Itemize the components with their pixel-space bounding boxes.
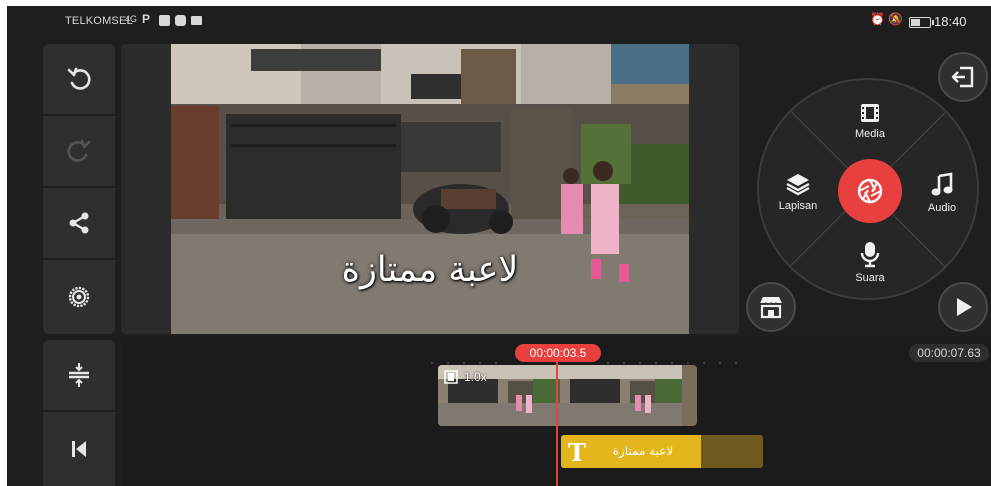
timeline-tick xyxy=(623,362,625,364)
play-button[interactable] xyxy=(938,282,988,332)
parking-icon: P xyxy=(142,12,151,26)
exit-icon xyxy=(951,66,974,88)
media-wheel: Media Lapisan Audio Suara xyxy=(757,78,979,300)
settings-button[interactable] xyxy=(43,260,115,334)
gallery-icon xyxy=(159,15,170,26)
share-icon xyxy=(69,212,89,234)
mail-icon xyxy=(191,16,202,25)
film-strip-icon xyxy=(444,370,458,384)
video-preview[interactable]: لاعبة ممتازة xyxy=(171,44,689,334)
youtube-icon xyxy=(175,15,186,26)
timeline-tick xyxy=(719,362,721,364)
text-clip-label: لاعبة ممتازة xyxy=(612,444,674,458)
layers-icon xyxy=(786,174,810,196)
layer-button[interactable]: Lapisan xyxy=(763,172,833,212)
preview-frame xyxy=(171,44,689,334)
media-label: Media xyxy=(855,128,885,140)
timeline-tick xyxy=(639,362,641,364)
exit-button[interactable] xyxy=(938,52,988,102)
audio-label: Audio xyxy=(927,202,957,214)
network-type: 4G xyxy=(125,14,138,24)
kinemaster-editor: TELKOMSEL 4G P ⏰ 🔕 18:40 لاعبة ممتازة Me… xyxy=(7,6,991,486)
share-button[interactable] xyxy=(43,188,115,258)
play-icon xyxy=(957,298,972,316)
record-button[interactable] xyxy=(838,159,902,223)
timeline-tick xyxy=(447,362,449,364)
timeline-tick xyxy=(479,362,481,364)
store-icon xyxy=(759,297,783,319)
gear-icon xyxy=(68,286,90,308)
timeline-tick xyxy=(703,362,705,364)
camera-shutter-icon xyxy=(857,178,883,204)
mute-icon: 🔕 xyxy=(888,12,903,26)
undo-icon xyxy=(67,67,91,90)
caption-overlay[interactable]: لاعبة ممتازة xyxy=(171,250,689,290)
timeline-tick xyxy=(735,362,737,364)
timeline-tick xyxy=(671,362,673,364)
current-time: 00:00:03.5 xyxy=(515,344,601,362)
timeline-tick xyxy=(607,362,609,364)
playhead[interactable] xyxy=(556,358,558,486)
video-clip[interactable]: 1.0x xyxy=(438,365,697,426)
music-note-icon xyxy=(931,172,953,196)
text-clip[interactable]: T لاعبة ممتازة xyxy=(561,435,763,468)
voice-label: Suara xyxy=(855,272,885,284)
battery-icon xyxy=(909,17,934,28)
track-adjust-icon xyxy=(69,363,89,387)
timeline-tick xyxy=(655,362,657,364)
layer-label: Lapisan xyxy=(778,200,818,212)
carrier-name: TELKOMSEL xyxy=(65,15,133,27)
redo-icon xyxy=(67,139,91,162)
timeline-tick xyxy=(495,362,497,364)
alarm-icon: ⏰ xyxy=(870,12,885,26)
film-icon xyxy=(861,104,879,122)
voice-button[interactable]: Suara xyxy=(835,240,905,284)
timeline-tick xyxy=(463,362,465,364)
audio-button[interactable]: Audio xyxy=(907,172,977,214)
clip-thumbnail xyxy=(560,365,682,426)
redo-button[interactable] xyxy=(43,116,115,186)
skip-to-start-button[interactable] xyxy=(43,412,115,486)
total-duration: 00:00:07.63 xyxy=(909,344,989,362)
status-bar: TELKOMSEL 4G P ⏰ 🔕 18:40 xyxy=(7,6,991,38)
undo-button[interactable] xyxy=(43,44,115,114)
text-layer-icon: T xyxy=(568,438,586,467)
microphone-icon xyxy=(860,242,880,268)
media-button[interactable]: Media xyxy=(835,102,905,140)
clip-speed-badge: 1.0x xyxy=(444,370,487,384)
timeline-tick xyxy=(431,362,433,364)
clip-speed-label: 1.0x xyxy=(464,370,487,384)
clock: 18:40 xyxy=(934,14,967,29)
skip-to-start-icon xyxy=(72,441,86,457)
timeline-tick xyxy=(687,362,689,364)
asset-store-button[interactable] xyxy=(746,282,796,332)
track-adjust-button[interactable] xyxy=(43,340,115,410)
